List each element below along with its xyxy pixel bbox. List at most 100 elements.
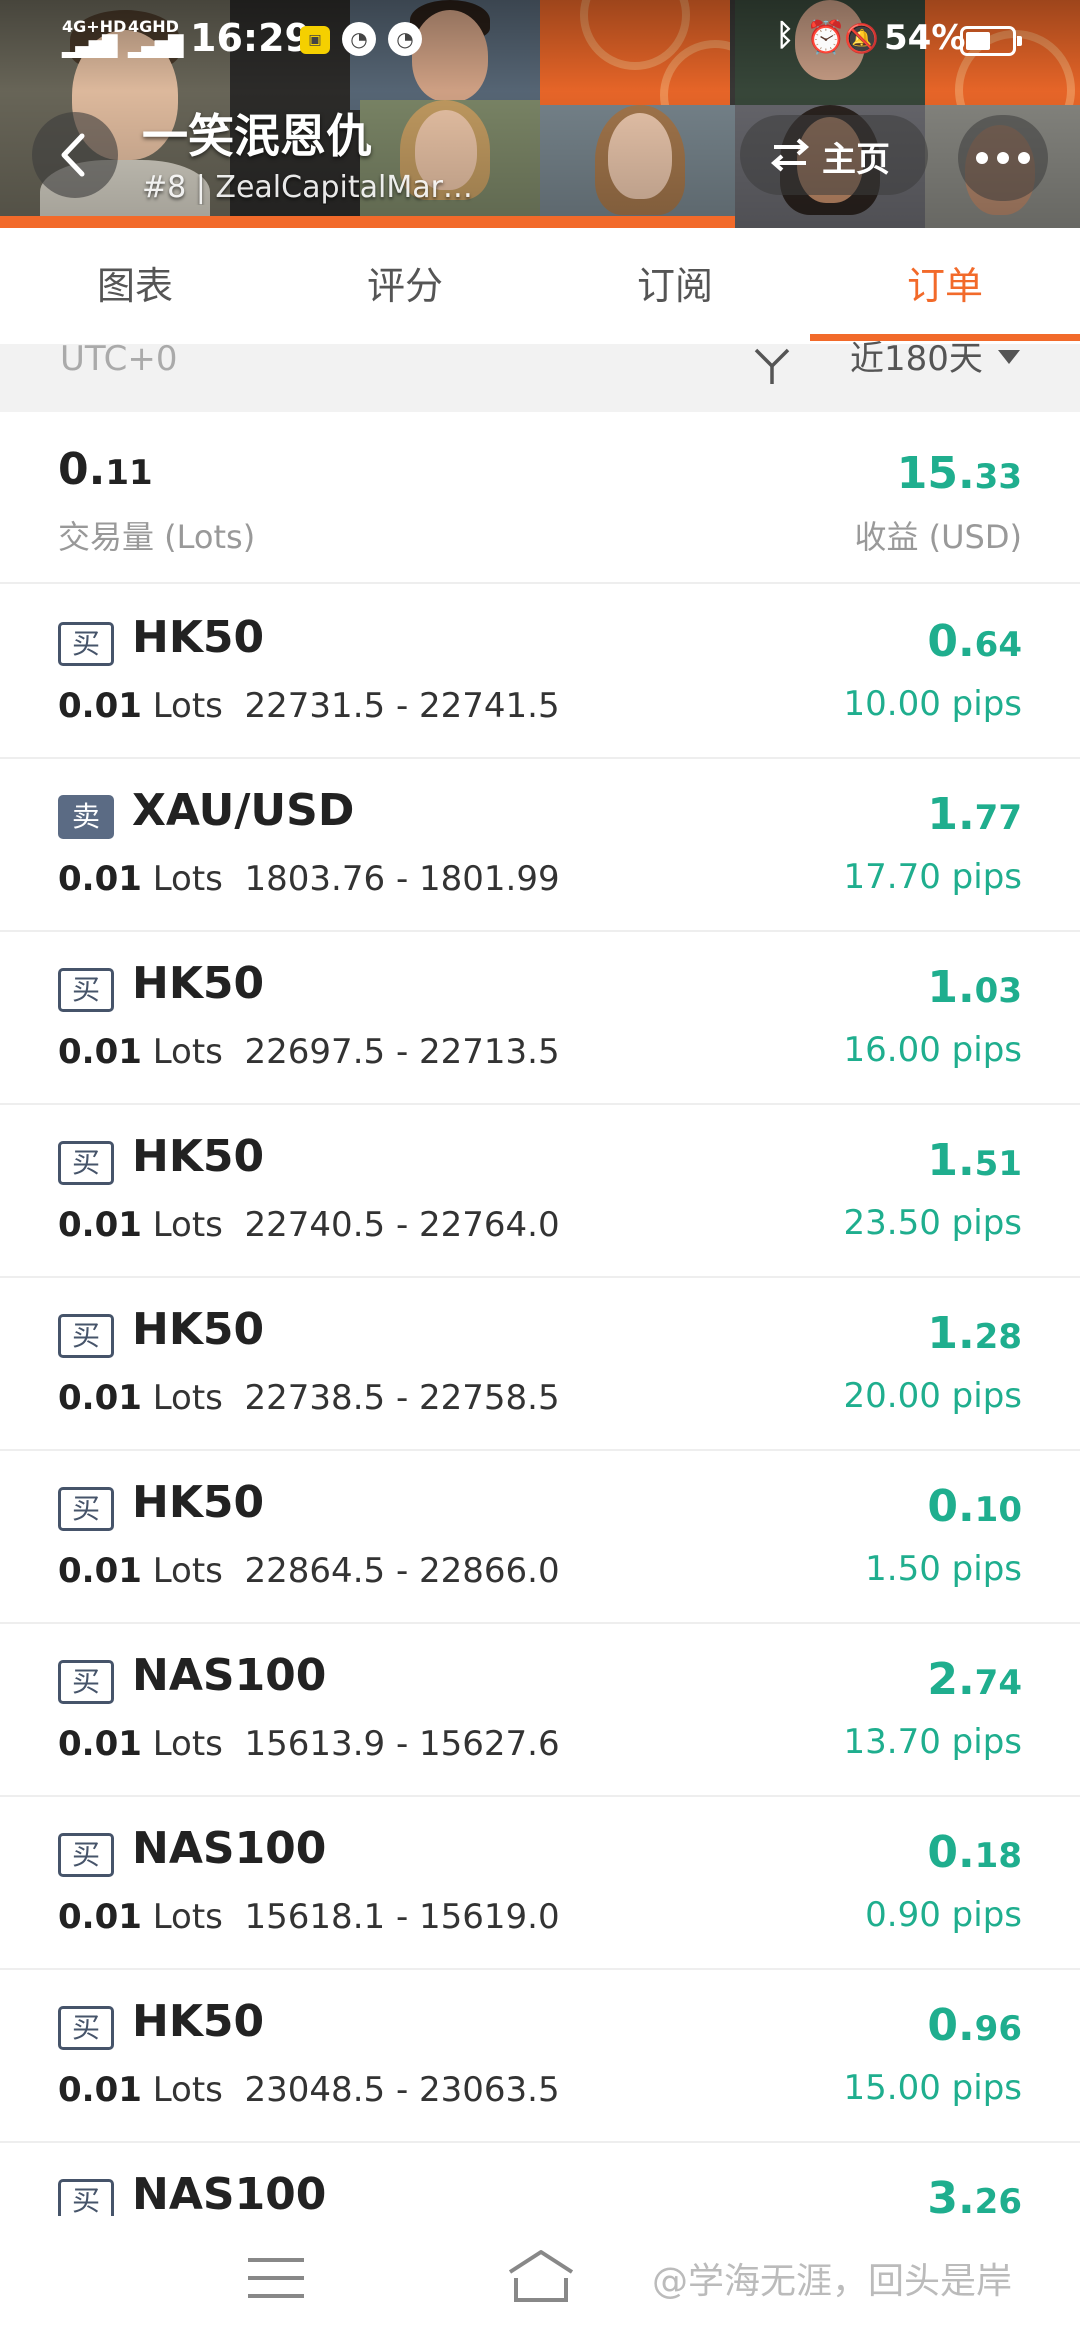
funnel-icon[interactable]: [752, 346, 792, 386]
back-button[interactable]: [32, 112, 118, 198]
order-lots-unit: Lots: [152, 1032, 223, 1072]
tab-orders[interactable]: 订单: [810, 228, 1080, 344]
order-detail: 0.01 Lots 22738.5 - 22758.5: [58, 1378, 560, 1418]
buy-badge: 买: [58, 2179, 114, 2216]
orders-summary: 0.11 交易量 (Lots) 15.33 收益 (USD): [0, 412, 1080, 584]
buy-badge: 买: [58, 1660, 114, 1704]
order-lots: 0.01: [58, 1205, 142, 1245]
order-detail: 0.01 Lots 22697.5 - 22713.5: [58, 1032, 560, 1072]
order-symbol: NAS100: [132, 1650, 327, 1701]
more-dots-icon: [976, 152, 988, 164]
order-lots-unit: Lots: [152, 859, 223, 899]
header-accent-bar: [0, 216, 735, 228]
chevron-left-icon: [61, 133, 85, 177]
order-lots-unit: Lots: [152, 1897, 223, 1937]
trader-rank-broker: #8 | ZealCapitalMar…: [142, 170, 473, 205]
order-detail: 0.01 Lots 22864.5 - 22866.0: [58, 1551, 560, 1591]
order-profit: 1.03: [927, 962, 1022, 1013]
order-lots: 0.01: [58, 1032, 142, 1072]
date-range-select[interactable]: 近180天: [850, 342, 983, 376]
order-profit: 1.51: [927, 1135, 1022, 1186]
tab-chart[interactable]: 图表: [0, 228, 270, 344]
order-row[interactable]: 买 HK50 0.01 Lots 22731.5 - 22741.5 0.64 10.0…: [0, 586, 1080, 759]
volume-label: 交易量 (Lots): [58, 518, 256, 556]
order-lots: 0.01: [58, 686, 142, 726]
menu-lines-icon[interactable]: [246, 2256, 306, 2300]
buy-badge: 买: [58, 1487, 114, 1531]
order-pips: 10.00 pips: [843, 684, 1022, 724]
order-row[interactable]: 买 NAS100 3.26: [0, 2143, 1080, 2216]
filter-bar: UTC+0 近180天: [0, 342, 1080, 412]
order-prices: 22864.5 - 22866.0: [244, 1551, 560, 1591]
battery-percent: 54%: [884, 18, 966, 58]
order-symbol: NAS100: [132, 1823, 327, 1874]
order-lots: 0.01: [58, 1724, 142, 1764]
tab-subscribe[interactable]: 订阅: [540, 228, 810, 344]
buy-badge: 买: [58, 2006, 114, 2050]
order-row[interactable]: 买 HK50 0.01 Lots 22738.5 - 22758.5 1.28 20.0…: [0, 1278, 1080, 1451]
order-prices: 15618.1 - 15619.0: [244, 1897, 560, 1937]
order-profit: 0.96: [927, 2000, 1022, 2051]
alarm-icon: ⏰: [806, 18, 846, 56]
home-button-label: 主页: [822, 140, 890, 180]
network-indicator-2: 4GHD ▂▄▆█: [128, 18, 184, 57]
order-prices: 23048.5 - 23063.5: [244, 2070, 560, 2110]
order-profit: 2.74: [927, 1654, 1022, 1705]
speedometer-icon: ◔: [342, 22, 376, 56]
order-lots: 0.01: [58, 2070, 142, 2110]
swap-arrows-icon: [770, 138, 810, 172]
order-pips: 13.70 pips: [843, 1722, 1022, 1762]
order-lots-unit: Lots: [152, 1205, 223, 1245]
profit-label: 收益 (USD): [854, 518, 1022, 556]
order-pips: 15.00 pips: [843, 2068, 1022, 2108]
caret-down-icon[interactable]: [998, 350, 1020, 364]
profile-header: 4G+HD ▂▄▆█ 4GHD ▂▄▆█ 16:29 ▣ ◔ ◔ ᛒ ⏰ 🔕 5…: [0, 0, 1080, 228]
bluetooth-icon: ᛒ: [776, 18, 794, 53]
order-lots: 0.01: [58, 1897, 142, 1937]
order-lots: 0.01: [58, 1551, 142, 1591]
order-symbol: XAU/USD: [132, 785, 355, 836]
order-lots: 0.01: [58, 1378, 142, 1418]
order-symbol: NAS100: [132, 2169, 327, 2216]
order-profit: 3.26: [927, 2173, 1022, 2216]
order-symbol: HK50: [132, 1996, 265, 2047]
order-detail: 0.01 Lots 15613.9 - 15627.6: [58, 1724, 560, 1764]
order-row[interactable]: 买 HK50 0.01 Lots 23048.5 - 23063.5 0.96 15.0…: [0, 1970, 1080, 2143]
network-indicator-1: 4G+HD ▂▄▆█: [62, 18, 126, 58]
battery-level: [966, 32, 990, 50]
order-row[interactable]: 买 NAS100 0.01 Lots 15618.1 - 15619.0 0.18 0.…: [0, 1797, 1080, 1970]
order-profit: 0.64: [927, 616, 1022, 667]
order-symbol: HK50: [132, 958, 265, 1009]
order-profit: 0.18: [927, 1827, 1022, 1878]
buy-badge: 买: [58, 622, 114, 666]
home-icon[interactable]: [506, 2248, 576, 2304]
order-prices: 22731.5 - 22741.5: [244, 686, 560, 726]
order-row[interactable]: 买 NAS100 0.01 Lots 15613.9 - 15627.6 2.74 13…: [0, 1624, 1080, 1797]
order-symbol: HK50: [132, 612, 265, 663]
order-detail: 0.01 Lots 15618.1 - 15619.0: [58, 1897, 560, 1937]
buy-badge: 买: [58, 1141, 114, 1185]
order-prices: 15613.9 - 15627.6: [244, 1724, 560, 1764]
order-symbol: HK50: [132, 1131, 265, 1182]
tab-bar: 图表 评分 订阅 订单: [0, 228, 1080, 344]
battery-icon: [960, 26, 1022, 56]
order-lots-unit: Lots: [152, 1378, 223, 1418]
order-row[interactable]: 买 HK50 0.01 Lots 22740.5 - 22764.0 1.51 23.5…: [0, 1105, 1080, 1278]
order-symbol: HK50: [132, 1477, 265, 1528]
more-options-button[interactable]: [958, 115, 1048, 201]
home-page-button[interactable]: 主页: [740, 115, 928, 195]
order-row[interactable]: 买 HK50 0.01 Lots 22864.5 - 22866.0 0.10 1.50…: [0, 1451, 1080, 1624]
order-lots-unit: Lots: [152, 1551, 223, 1591]
order-lots: 0.01: [58, 859, 142, 899]
watermark-text: @学海无涯，回头是岸: [652, 2261, 1013, 2302]
order-lots-unit: Lots: [152, 2070, 223, 2110]
mute-icon: 🔕: [844, 22, 879, 55]
order-pips: 1.50 pips: [865, 1549, 1022, 1589]
tab-rating[interactable]: 评分: [270, 228, 540, 344]
order-row[interactable]: 卖 XAU/USD 0.01 Lots 1803.76 - 1801.99 1.77 1…: [0, 759, 1080, 932]
order-row[interactable]: 买 HK50 0.01 Lots 22697.5 - 22713.5 1.03 16.0…: [0, 932, 1080, 1105]
signal-bars-icon: ▂▄▆█: [62, 34, 118, 58]
order-pips: 0.90 pips: [865, 1895, 1022, 1935]
order-detail: 0.01 Lots 22731.5 - 22741.5: [58, 686, 560, 726]
buy-badge: 买: [58, 1833, 114, 1877]
